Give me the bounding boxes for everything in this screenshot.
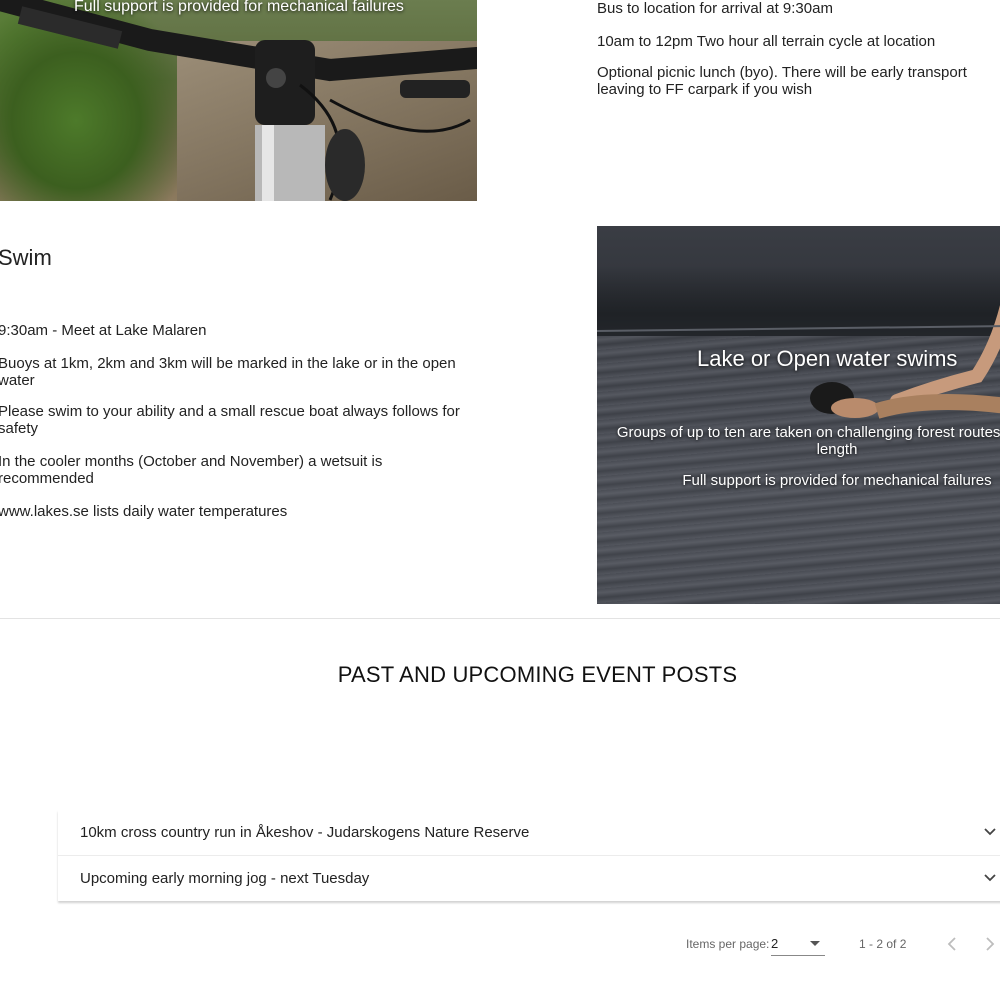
page-range-label: 1 - 2 of 2 (859, 937, 907, 951)
swim-image: Lake or Open water swims Groups of up to… (597, 226, 1000, 604)
cycle-schedule-line: Bus to location for arrival at 9:30am (597, 0, 833, 17)
chevron-down-icon[interactable] (982, 870, 998, 886)
page: Full support is provided for mechanical … (0, 0, 1000, 1000)
swim-detail-line: Please swim to your ability and a small … (0, 403, 460, 437)
chevron-right-icon[interactable] (980, 934, 1000, 954)
event-post-item[interactable]: 10km cross country run in Åkeshov - Juda… (58, 810, 1000, 856)
swim-detail-line: www.lakes.se lists daily water temperatu… (0, 503, 288, 520)
events-section-title: PAST AND UPCOMING EVENT POSTS (337, 662, 738, 687)
items-per-page-value: 2 (771, 936, 779, 951)
event-post-title: Upcoming early morning jog - next Tuesda… (80, 870, 370, 887)
cycle-image-caption: Full support is provided for mechanical … (74, 0, 404, 15)
event-posts-list: 10km cross country run in Åkeshov - Juda… (58, 810, 1000, 901)
cycle-image: Full support is provided for mechanical … (0, 0, 477, 201)
chevron-left-icon[interactable] (942, 934, 962, 954)
paginator: Items per page: 2 1 - 2 of 2 (0, 920, 1000, 968)
cycle-schedule-line: Optional picnic lunch (byo). There will … (597, 64, 967, 98)
swim-image-caption: Groups of up to ten are taken on challen… (616, 424, 1000, 458)
section-divider (0, 618, 1000, 619)
event-post-title: 10km cross country run in Åkeshov - Juda… (80, 824, 530, 841)
items-per-page-select[interactable]: 2 (771, 931, 825, 956)
swim-detail-line: Buoys at 1km, 2km and 3km will be marked… (0, 355, 456, 389)
swimmer-illustration (597, 305, 1000, 419)
swim-image-heading: Lake or Open water swims (697, 346, 958, 371)
chevron-down-icon[interactable] (982, 824, 998, 840)
event-post-item[interactable]: Upcoming early morning jog - next Tuesda… (58, 856, 1000, 901)
swim-image-caption: Full support is provided for mechanical … (682, 472, 992, 489)
items-per-page-label: Items per page: (686, 937, 770, 951)
swim-detail-line: 9:30am - Meet at Lake Malaren (0, 322, 207, 339)
dropdown-arrow-icon (810, 941, 820, 946)
bicycle-handlebar-illustration (0, 0, 477, 201)
swim-detail-line: In the cooler months (October and Novemb… (0, 453, 383, 487)
cycle-schedule-line: 10am to 12pm Two hour all terrain cycle … (597, 33, 936, 50)
swim-title: Swim (0, 245, 52, 270)
